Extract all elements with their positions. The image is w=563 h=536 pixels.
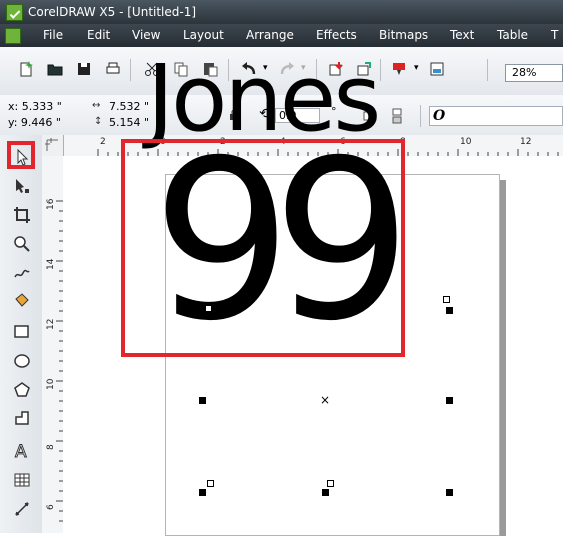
ruler-label: 16 (46, 198, 56, 210)
selection-handle-top-right[interactable] (446, 307, 453, 314)
table-tool-icon[interactable] (12, 470, 32, 490)
ruler-label: 12 (46, 318, 56, 330)
toolbar-separator (130, 59, 131, 81)
menu-bar: File Edit View Layout Arrange Effects Bi… (0, 24, 563, 47)
menu-view[interactable]: View (132, 28, 160, 42)
shape-tool-icon[interactable] (12, 176, 32, 196)
vertical-ruler[interactable]: 16 14 12 10 8 6 (42, 156, 64, 533)
menu-effects[interactable]: Effects (316, 28, 357, 42)
launcher-icon[interactable] (428, 60, 446, 78)
ruler-label: 6 (46, 504, 56, 510)
svg-text:A: A (15, 442, 27, 460)
selection-handle-bottom-left[interactable] (199, 489, 206, 496)
selection-handle-middle-right[interactable] (446, 397, 453, 404)
menu-layout[interactable]: Layout (183, 28, 224, 42)
y-position[interactable]: y: 9.446 " (8, 116, 61, 129)
window-title: CorelDRAW X5 - [Untitled-1] (28, 5, 197, 19)
height-icon: ↕ (94, 116, 103, 127)
node-handle[interactable] (207, 480, 214, 487)
ruler-label: 2 (100, 137, 106, 147)
text-tool-icon[interactable]: A (12, 440, 32, 461)
ruler-label: 8 (46, 444, 56, 450)
zoom-tool-icon[interactable] (12, 234, 32, 254)
polygon-tool-icon[interactable] (12, 380, 32, 400)
object-height[interactable]: 5.154 " (109, 116, 149, 129)
toolbox: A (0, 135, 43, 533)
basic-shapes-icon[interactable] (12, 409, 32, 429)
title-bar: CorelDRAW X5 - [Untitled-1] (0, 0, 563, 24)
ruler-label: 10 (46, 378, 56, 390)
ruler-origin-icon[interactable] (42, 135, 64, 157)
publish-dropdown-icon[interactable]: ▾ (414, 63, 419, 73)
smart-fill-icon[interactable] (12, 291, 32, 311)
menu-edit[interactable]: Edit (87, 28, 110, 42)
selection-handle-bottom-middle[interactable] (322, 489, 329, 496)
propbar-separator (420, 105, 421, 127)
new-icon[interactable] (17, 60, 35, 78)
pick-tool-highlight-frame (7, 141, 35, 169)
dimension-tool-icon[interactable] (12, 499, 32, 519)
ruler-label: 14 (46, 258, 56, 270)
selection-handle-bottom-right[interactable] (446, 489, 453, 496)
selection-handle-middle-left[interactable] (199, 397, 206, 404)
crop-tool-icon[interactable] (12, 205, 32, 225)
ruler-label: 10 (460, 137, 472, 147)
vertical-ruler-ticks (56, 200, 63, 522)
width-icon: ↔ (92, 100, 101, 111)
x-position[interactable]: x: 5.333 " (8, 100, 62, 113)
menu-table[interactable]: Table (497, 28, 528, 42)
menu-text[interactable]: Text (450, 28, 474, 42)
document-menu-icon[interactable] (5, 28, 21, 44)
font-list-field[interactable]: O (429, 106, 563, 126)
corel-app-icon[interactable] (6, 4, 23, 21)
object-width[interactable]: 7.532 " (109, 100, 149, 113)
save-icon[interactable] (75, 60, 93, 78)
ellipse-tool-icon[interactable] (12, 351, 32, 371)
center-marker-icon[interactable]: × (320, 393, 330, 407)
toolbar-separator (487, 59, 488, 81)
menu-arrange[interactable]: Arrange (246, 28, 294, 42)
rectangle-tool-icon[interactable] (12, 322, 32, 342)
menu-file[interactable]: File (43, 28, 63, 42)
node-handle[interactable] (327, 480, 334, 487)
toolbar-separator (380, 59, 381, 81)
node-handle[interactable] (443, 296, 450, 303)
selection-highlight-frame (121, 139, 405, 357)
freehand-tool-icon[interactable] (12, 262, 32, 282)
menu-tools[interactable]: T (551, 28, 558, 42)
print-icon[interactable] (104, 60, 122, 78)
ruler-label: 12 (520, 137, 532, 147)
menu-bitmaps[interactable]: Bitmaps (379, 28, 428, 42)
publish-icon[interactable] (390, 60, 408, 78)
zoom-level-field[interactable]: 28% (505, 64, 563, 82)
open-icon[interactable] (46, 60, 64, 78)
